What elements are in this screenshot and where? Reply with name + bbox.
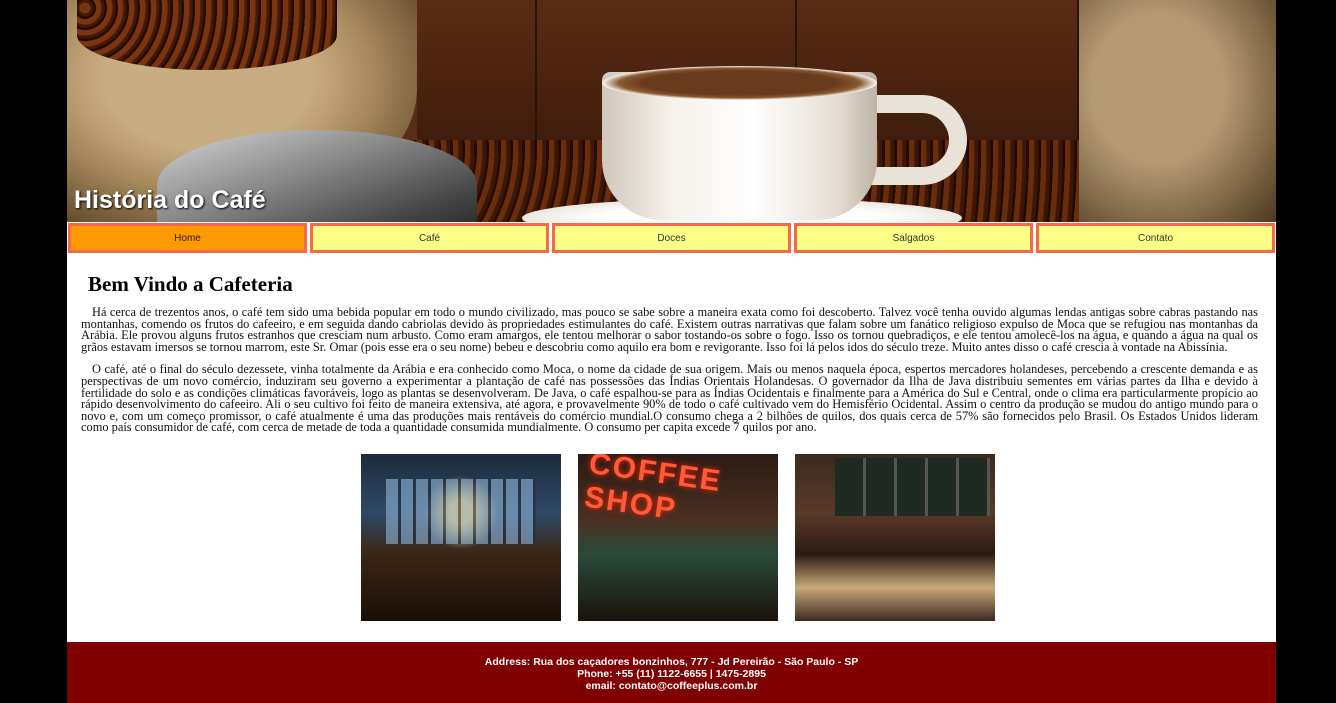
page: História do Café Home Café Doces Salgado… [67,0,1276,703]
header-banner: História do Café [67,0,1276,222]
nav-item-contato[interactable]: Contato [1036,223,1275,253]
nav-item-cafe[interactable]: Café [310,223,549,253]
section-heading: Bem Vindo a Cafeteria [88,272,293,296]
main-content: Bem Vindo a Cafeteria Há cerca de trezen… [81,272,1258,445]
coffee-shop-sign: COFFEE SHOP [582,454,725,527]
coffee-cup-rim-image [602,66,877,100]
coffee-beans-image [77,0,337,70]
wood-background [417,0,537,150]
main-nav: Home Café Doces Salgados Contato [67,222,1276,254]
coffee-counter-photo [795,454,995,621]
photo-gallery: COFFEE SHOP [361,454,995,621]
paragraph: Há cerca de trezentos anos, o café tem s… [81,305,1258,354]
coffee-sack-image [1079,0,1276,222]
footer: Address: Rua dos caçadores bonzinhos, 77… [67,642,1276,703]
footer-phone: Phone: +55 (11) 1122-6655 | 1475-2895 [577,668,766,680]
cafe-interior-photo [361,454,561,621]
nav-item-salgados[interactable]: Salgados [794,223,1033,253]
footer-email: email: contato@coffeeplus.com.br [585,680,758,692]
nav-item-doces[interactable]: Doces [552,223,791,253]
page-title: História do Café [74,186,266,214]
paragraph: O café, até o final do século dezessete,… [81,362,1258,435]
coffee-shop-photo: COFFEE SHOP [578,454,778,621]
footer-address: Address: Rua dos caçadores bonzinhos, 77… [484,656,859,668]
nav-item-home[interactable]: Home [68,223,307,253]
